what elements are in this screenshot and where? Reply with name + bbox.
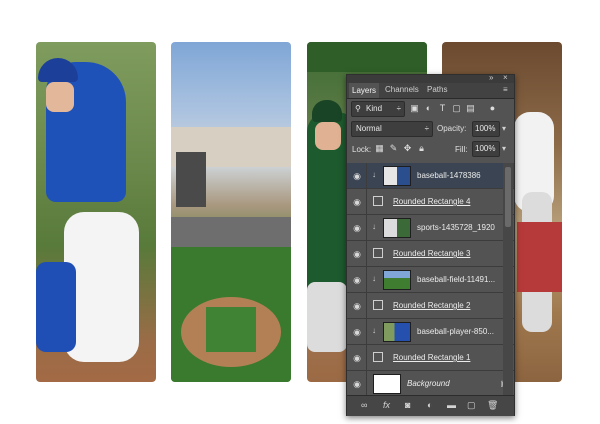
adjustment-icon[interactable]: ◐ (427, 400, 432, 410)
folder-icon[interactable]: ▬ (447, 400, 456, 410)
eye-icon[interactable]: ◉ (351, 196, 363, 208)
lock-position-icon[interactable]: ✥ (402, 143, 413, 154)
layers-scrollbar[interactable] (503, 163, 513, 395)
fx-icon[interactable]: fx (383, 400, 390, 410)
player-grey-pants (307, 282, 347, 352)
fill-value: 100% (475, 144, 496, 153)
tab-layers[interactable]: Layers (349, 83, 380, 98)
eye-icon[interactable]: ◉ (351, 300, 363, 312)
scoreboard (176, 152, 206, 207)
layer-row[interactable]: ◉ ↓ baseball-field-11491... (347, 267, 514, 293)
player-green-cap (312, 100, 342, 122)
eye-icon[interactable]: ◉ (351, 352, 363, 364)
opacity-value: 100% (475, 124, 496, 133)
clip-arrow-icon: ↓ (372, 170, 376, 179)
layer-thumbnail (383, 166, 411, 186)
layer-name[interactable]: sports-1435728_1920 (417, 223, 495, 232)
close-icon[interactable]: × (503, 73, 508, 82)
layer-row[interactable]: ◉ Rounded Rectangle 3 (347, 241, 514, 267)
blend-mode-label: Normal (356, 124, 382, 133)
eye-icon[interactable]: ◉ (351, 326, 363, 338)
layer-name[interactable]: baseball-1478386 (417, 171, 481, 180)
panel-footer: ∞ fx ◙ ◐ ▬ ▢ 🗑︎ (347, 395, 514, 416)
clip-arrow-icon: ↓ (372, 274, 376, 283)
shape-layer-icon (373, 248, 383, 258)
fill-dropdown-icon[interactable]: ▾ (502, 144, 506, 153)
fill-label: Fill: (455, 145, 468, 154)
filter-kind-label: Kind (366, 104, 383, 113)
tab-paths[interactable]: Paths (427, 85, 447, 94)
pixel-filter-icon[interactable]: ▣ (409, 103, 420, 114)
layer-name[interactable]: Rounded Rectangle 3 (393, 249, 470, 258)
trash-icon[interactable]: 🗑︎ (487, 400, 498, 411)
shape-filter-icon[interactable]: ▢ (451, 103, 462, 114)
layers-panel: » × Layers Channels Paths ≡ ⚲ Kind ÷ ▣ ◐… (346, 73, 515, 416)
red-signboard (517, 222, 562, 292)
mask-icon[interactable]: ◙ (405, 400, 410, 410)
filter-toggle-icon[interactable]: ● (487, 103, 498, 114)
eye-icon[interactable]: ◉ (351, 274, 363, 286)
opacity-dropdown-icon[interactable]: ▾ (502, 124, 506, 133)
filter-kind-select[interactable]: ⚲ Kind ÷ (351, 101, 405, 117)
opacity-input[interactable]: 100% (472, 121, 500, 137)
shape-layer-icon (373, 300, 383, 310)
layer-row[interactable]: ◉ ↓ sports-1435728_1920 (347, 215, 514, 241)
layer-name[interactable]: baseball-player-850... (417, 327, 494, 336)
layer-name[interactable]: Rounded Rectangle 4 (393, 197, 470, 206)
blend-mode-select[interactable]: Normal ÷ (351, 121, 433, 137)
new-layer-icon[interactable]: ▢ (467, 400, 476, 411)
layer-row[interactable]: ◉ ↓ baseball-player-850... (347, 319, 514, 345)
player-face (46, 82, 74, 112)
eye-icon[interactable]: ◉ (351, 222, 363, 234)
type-filter-icon[interactable]: T (437, 103, 448, 114)
layers-list: ◉ ↓ baseball-1478386 ◉ Rounded Rectangle… (347, 163, 514, 395)
lock-label: Lock: (352, 145, 372, 154)
eye-icon[interactable]: ◉ (351, 170, 363, 182)
layer-name[interactable]: Background (407, 379, 450, 388)
shape-layer-icon (373, 352, 383, 362)
tab-channels[interactable]: Channels (385, 85, 419, 94)
layer-row[interactable]: ◉ Rounded Rectangle 2 (347, 293, 514, 319)
layer-name[interactable]: Rounded Rectangle 1 (393, 353, 470, 362)
lock-all-icon[interactable]: 🔒︎ (416, 143, 427, 154)
layer-thumbnail (383, 322, 411, 342)
shape-layer-icon (373, 196, 383, 206)
lock-transparent-icon[interactable]: ▦ (374, 143, 385, 154)
adjustment-filter-icon[interactable]: ◐ (423, 103, 434, 114)
clip-arrow-icon: ↓ (372, 222, 376, 231)
panel-tabs: Layers Channels Paths ≡ (347, 83, 514, 99)
photo-strip-2 (171, 42, 291, 382)
eye-icon[interactable]: ◉ (351, 248, 363, 260)
layer-row[interactable]: ◉ Rounded Rectangle 4 (347, 189, 514, 215)
scrollbar-thumb[interactable] (505, 167, 511, 227)
layer-row[interactable]: ◉ Rounded Rectangle 1 (347, 345, 514, 371)
collapse-icon[interactable]: » (489, 73, 493, 82)
background-trees (307, 42, 427, 72)
layer-thumbnail (383, 270, 411, 290)
layer-thumbnail (373, 374, 401, 394)
layer-name[interactable]: Rounded Rectangle 2 (393, 301, 470, 310)
eye-icon[interactable]: ◉ (351, 378, 363, 390)
panel-title-bar[interactable]: » × (347, 73, 514, 83)
smart-object-filter-icon[interactable]: ▤ (465, 103, 476, 114)
panel-menu-icon[interactable]: ≡ (503, 85, 508, 94)
layer-row[interactable]: ◉ ↓ baseball-1478386 (347, 163, 514, 189)
link-icon[interactable]: ∞ (361, 400, 367, 410)
fill-input[interactable]: 100% (472, 141, 500, 157)
infield-grass (206, 307, 256, 352)
search-icon: ⚲ (355, 104, 361, 113)
opacity-label: Opacity: (437, 124, 467, 133)
chevron-down-icon: ÷ (396, 104, 401, 113)
stadium-stands (171, 217, 291, 247)
chevron-down-icon: ÷ (424, 124, 429, 133)
player-blue-sock (36, 262, 76, 352)
player-face-2 (315, 122, 341, 150)
layer-thumbnail (383, 218, 411, 238)
clip-arrow-icon: ↓ (372, 326, 376, 335)
layer-row[interactable]: ◉ Background ▣ (347, 371, 514, 395)
photo-strip-1 (36, 42, 156, 382)
layer-name[interactable]: baseball-field-11491... (417, 275, 495, 284)
lock-image-icon[interactable]: ✎ (388, 143, 399, 154)
